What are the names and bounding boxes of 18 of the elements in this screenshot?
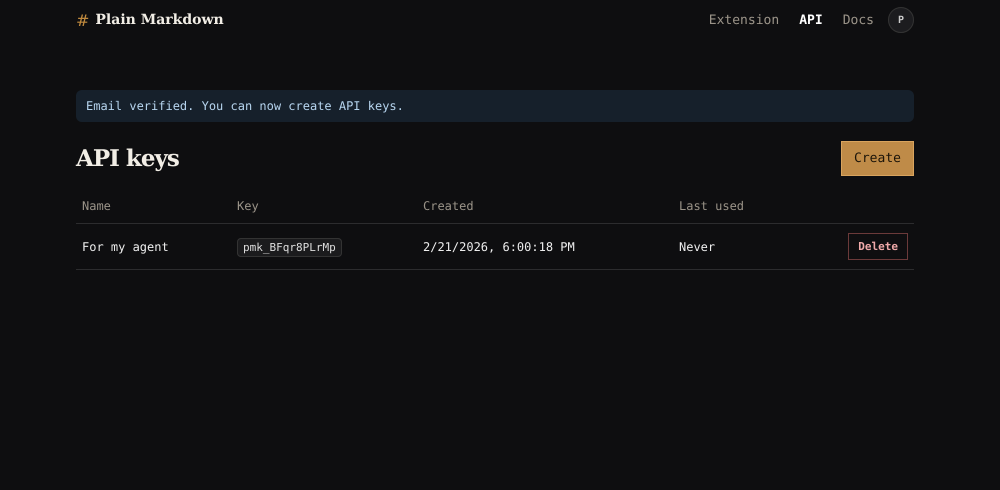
create-button[interactable]: Create xyxy=(841,140,914,176)
nav-link[interactable]: API xyxy=(799,12,823,28)
table-cell-text: For my agent xyxy=(82,240,170,254)
delete-button[interactable]: Delete xyxy=(848,233,908,260)
success-alert: Email verified. You can now create API keys. xyxy=(76,90,914,122)
column-header: Key xyxy=(237,199,260,213)
page-title: API keys xyxy=(76,144,179,172)
column-header: Last used xyxy=(679,199,746,213)
table-cell-text: 2/21/2026, 6:00:18 PM xyxy=(423,240,576,254)
api-key-code: pmk_BFqr8PLrMp xyxy=(237,238,342,256)
column-header: Created xyxy=(423,199,475,213)
logo-mark-icon: # xyxy=(76,10,90,30)
table-cell-text: Never xyxy=(679,240,716,254)
avatar-button[interactable]: P xyxy=(888,7,914,33)
column-header: Name xyxy=(82,199,112,213)
nav-link[interactable]: Docs xyxy=(842,12,874,28)
brand-link[interactable]: Plain Markdown xyxy=(95,12,224,28)
nav-link[interactable]: Extension xyxy=(708,12,780,28)
